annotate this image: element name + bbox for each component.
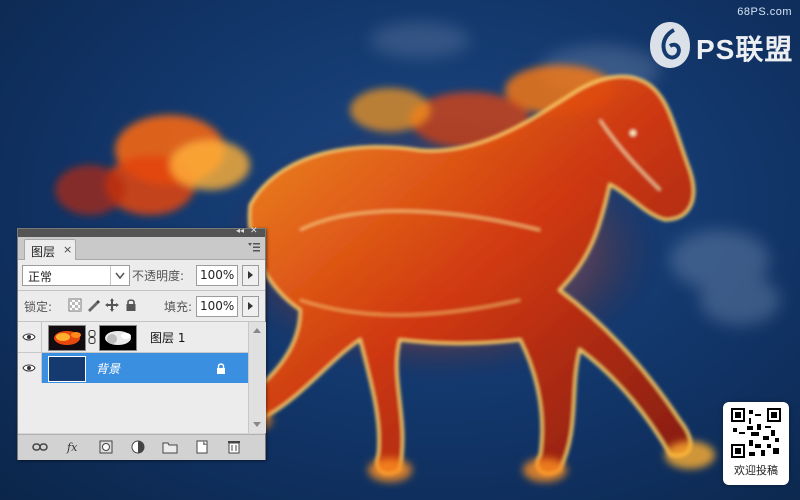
layer-locked-icon [217,363,225,374]
layer-row[interactable]: 图层 1 [18,322,248,353]
panel-close-icon[interactable]: ✕ [250,226,258,236]
lock-transparent-pixels-icon[interactable] [68,298,82,312]
eye-icon [22,364,36,372]
fill-slider-button[interactable] [242,296,259,317]
blend-opacity-row: 正常 不透明度: 100% [18,260,265,291]
layer-name[interactable]: 背景 [96,360,120,377]
link-layers-icon[interactable] [32,440,48,454]
tab-close-icon[interactable]: × [63,243,72,256]
layers-scrollbar[interactable] [248,322,266,433]
layers-toolbar: fx [18,434,265,460]
eye-icon [22,333,36,341]
fx-icon[interactable]: fx [66,440,82,454]
fill-value: 100% [200,299,235,313]
opacity-input[interactable]: 100% [196,265,238,286]
layers-list: 图层 1 背景 [18,322,266,433]
site-watermark: 68PS.com PS联盟 [644,6,794,76]
fill-label: 填充: [164,300,193,314]
delete-layer-icon[interactable] [226,440,242,454]
layer-mask-thumbnail[interactable] [99,325,137,351]
chevron-down-icon[interactable] [110,266,129,285]
add-mask-icon[interactable] [98,440,114,454]
qr-code-icon [731,408,781,458]
qr-caption: 欢迎投稿 [734,464,778,477]
opacity-label: 不透明度: [132,269,185,283]
panel-titlebar[interactable]: ◂◂ ✕ [18,226,265,237]
scroll-down-icon[interactable] [253,422,261,427]
lock-image-pixels-icon[interactable] [86,298,100,312]
layer-name[interactable]: 图层 1 [150,329,185,346]
visibility-toggle[interactable] [18,353,42,383]
lock-label: 锁定: [24,300,53,314]
svg-text:fx: fx [66,441,78,454]
lock-fill-row: 锁定: 填充: 100% [18,291,265,322]
blend-mode-value: 正常 [28,270,53,284]
panel-tab-row: 图层 × [18,237,265,261]
ps-league-logo-icon [650,22,690,68]
tab-layers-label: 图层 [31,245,56,259]
tab-layers[interactable]: 图层 × [24,239,76,261]
layers-panel: ◂◂ ✕ 图层 × 正常 不透明度: 100% 锁定: 填充: 100% 图层 … [17,226,266,460]
scroll-up-icon[interactable] [253,328,261,333]
lock-all-icon[interactable] [124,298,138,312]
visibility-toggle[interactable] [18,322,42,352]
qr-code-badge[interactable]: 欢迎投稿 [723,402,789,485]
layer-thumbnail[interactable] [48,325,86,351]
adjustment-layer-icon[interactable] [130,440,146,454]
new-layer-icon[interactable] [194,440,210,454]
blend-mode-dropdown[interactable]: 正常 [22,265,130,286]
opacity-slider-button[interactable] [242,265,259,286]
opacity-value: 100% [200,268,235,282]
mask-link-icon[interactable] [88,330,96,344]
layer-thumbnail[interactable] [48,356,86,382]
panel-menu-icon[interactable] [248,241,260,253]
new-group-icon[interactable] [162,440,178,454]
layer-row-selected[interactable]: 背景 [18,353,248,383]
watermark-site-url: 68PS.com [737,6,792,18]
fill-input[interactable]: 100% [196,296,238,317]
collapse-icon[interactable]: ◂◂ [236,226,244,235]
watermark-logo-text: PS联盟 [696,34,794,65]
lock-position-icon[interactable] [105,298,119,312]
